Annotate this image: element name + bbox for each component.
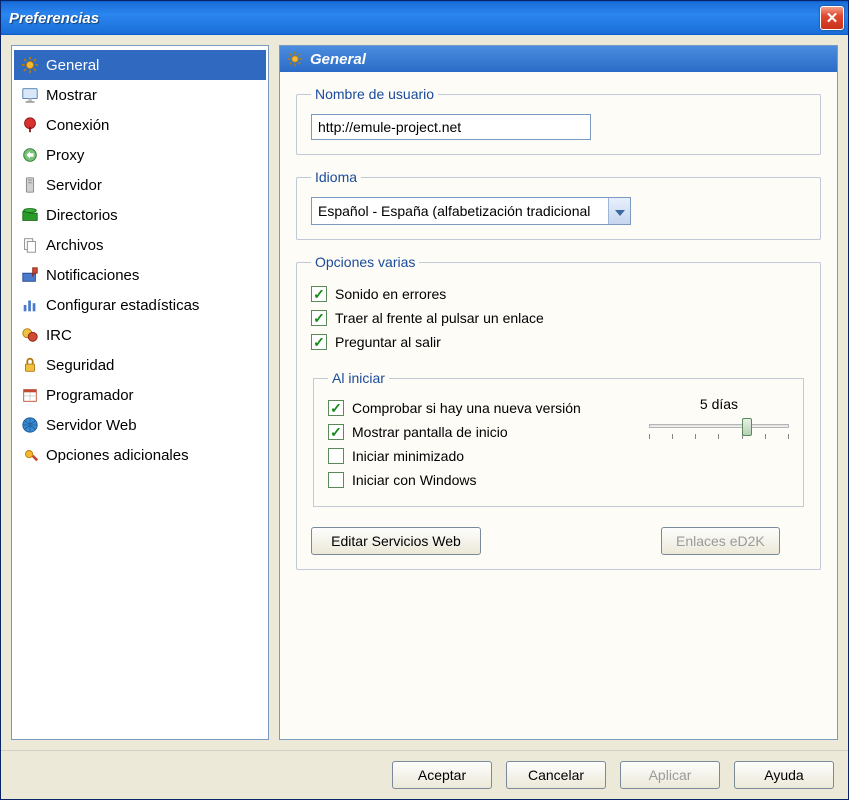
checkbox-icon[interactable] <box>328 448 344 464</box>
slider-thumb[interactable] <box>742 418 752 436</box>
sidebar: General Mostrar Conexión Proxy <box>11 45 269 740</box>
folder-icon <box>20 205 40 225</box>
main-content: Nombre de usuario Idioma Español - Españ… <box>280 72 837 739</box>
slider-label: 5 días <box>649 396 789 412</box>
dialog-buttons: Aceptar Cancelar Aplicar Ayuda <box>1 750 848 799</box>
sidebar-item-label: Archivos <box>46 237 104 254</box>
sidebar-item-display[interactable]: Mostrar <box>14 80 266 110</box>
checkbox-label: Traer al frente al pulsar un enlace <box>335 310 544 326</box>
connection-icon <box>20 115 40 135</box>
sidebar-item-label: Notificaciones <box>46 267 139 284</box>
checkbox-ask-exit[interactable]: Preguntar al salir <box>311 330 806 354</box>
checkbox-icon[interactable] <box>311 310 327 326</box>
sidebar-item-label: Opciones adicionales <box>46 447 189 464</box>
sidebar-item-proxy[interactable]: Proxy <box>14 140 266 170</box>
sidebar-item-connection[interactable]: Conexión <box>14 110 266 140</box>
checkbox-icon[interactable] <box>328 400 344 416</box>
checkbox-label: Iniciar con Windows <box>352 472 477 488</box>
cancel-button[interactable]: Cancelar <box>506 761 606 789</box>
titlebar: Preferencias ✕ <box>1 1 848 35</box>
gear-icon <box>286 50 304 68</box>
close-icon: ✕ <box>826 9 839 27</box>
sidebar-item-security[interactable]: Seguridad <box>14 350 266 380</box>
sidebar-item-webserver[interactable]: Servidor Web <box>14 410 266 440</box>
language-group: Idioma Español - España (alfabetización … <box>296 169 821 240</box>
checkbox-start-windows[interactable]: Iniciar con Windows <box>328 468 631 492</box>
close-button[interactable]: ✕ <box>820 6 844 30</box>
checkbox-check-update[interactable]: Comprobar si hay una nueva versión <box>328 396 631 420</box>
sidebar-item-files[interactable]: Archivos <box>14 230 266 260</box>
files-icon <box>20 235 40 255</box>
main-title: General <box>310 51 366 68</box>
sidebar-item-stats[interactable]: Configurar estadísticas <box>14 290 266 320</box>
checkbox-icon[interactable] <box>311 286 327 302</box>
checkbox-label: Comprobar si hay una nueva versión <box>352 400 581 416</box>
startup-group: Al iniciar Comprobar si hay una nueva ve… <box>313 370 804 507</box>
sidebar-item-irc[interactable]: IRC <box>14 320 266 350</box>
sidebar-item-general[interactable]: General <box>14 50 266 80</box>
username-legend: Nombre de usuario <box>311 86 438 102</box>
irc-icon <box>20 325 40 345</box>
sidebar-item-label: Servidor Web <box>46 417 137 434</box>
ok-button[interactable]: Aceptar <box>392 761 492 789</box>
checkbox-icon[interactable] <box>328 424 344 440</box>
main-panel: General Nombre de usuario Idioma Español… <box>279 45 838 740</box>
misc-options-group: Opciones varias Sonido en errores Traer … <box>296 254 821 570</box>
sidebar-item-notifications[interactable]: Notificaciones <box>14 260 266 290</box>
server-icon <box>20 175 40 195</box>
language-value: Español - España (alfabetización tradici… <box>312 203 608 219</box>
edit-webservices-button[interactable]: Editar Servicios Web <box>311 527 481 555</box>
checkbox-splash[interactable]: Mostrar pantalla de inicio <box>328 420 631 444</box>
checkbox-label: Iniciar minimizado <box>352 448 464 464</box>
sidebar-item-extra[interactable]: Opciones adicionales <box>14 440 266 470</box>
checkbox-label: Sonido en errores <box>335 286 446 302</box>
sidebar-item-label: Configurar estadísticas <box>46 297 199 314</box>
username-input[interactable] <box>311 114 591 140</box>
sidebar-item-label: Directorios <box>46 207 118 224</box>
language-legend: Idioma <box>311 169 361 185</box>
checkbox-icon[interactable] <box>328 472 344 488</box>
ed2k-links-button: Enlaces eD2K <box>661 527 780 555</box>
sidebar-item-label: Programador <box>46 387 134 404</box>
sidebar-item-server[interactable]: Servidor <box>14 170 266 200</box>
notification-icon <box>20 265 40 285</box>
startup-legend: Al iniciar <box>328 370 389 386</box>
globe-icon <box>20 415 40 435</box>
sidebar-item-label: Seguridad <box>46 357 114 374</box>
checkbox-icon[interactable] <box>311 334 327 350</box>
update-interval-slider-area: 5 días <box>649 396 789 438</box>
checkbox-bring-front[interactable]: Traer al frente al pulsar un enlace <box>311 306 806 330</box>
checkbox-label: Preguntar al salir <box>335 334 441 350</box>
update-interval-slider[interactable] <box>649 416 789 438</box>
checkbox-start-min[interactable]: Iniciar minimizado <box>328 444 631 468</box>
window-title: Preferencias <box>9 10 99 27</box>
sidebar-item-scheduler[interactable]: Programador <box>14 380 266 410</box>
language-select[interactable]: Español - España (alfabetización tradici… <box>311 197 631 225</box>
lock-icon <box>20 355 40 375</box>
stats-icon <box>20 295 40 315</box>
apply-button: Aplicar <box>620 761 720 789</box>
sidebar-item-label: General <box>46 57 99 74</box>
username-group: Nombre de usuario <box>296 86 821 155</box>
checkbox-sound-errors[interactable]: Sonido en errores <box>311 282 806 306</box>
sidebar-item-label: Proxy <box>46 147 84 164</box>
sidebar-item-label: Servidor <box>46 177 102 194</box>
tools-icon <box>20 445 40 465</box>
sidebar-item-directories[interactable]: Directorios <box>14 200 266 230</box>
calendar-icon <box>20 385 40 405</box>
dropdown-button[interactable] <box>608 198 630 224</box>
sidebar-item-label: IRC <box>46 327 72 344</box>
display-icon <box>20 85 40 105</box>
preferences-window: Preferencias ✕ General Mostrar <box>0 0 849 800</box>
chevron-down-icon <box>615 204 625 219</box>
misc-legend: Opciones varias <box>311 254 419 270</box>
sidebar-item-label: Mostrar <box>46 87 97 104</box>
main-header: General <box>280 46 837 72</box>
sidebar-item-label: Conexión <box>46 117 109 134</box>
gear-icon <box>20 55 40 75</box>
proxy-icon <box>20 145 40 165</box>
help-button[interactable]: Ayuda <box>734 761 834 789</box>
body-area: General Mostrar Conexión Proxy <box>1 35 848 750</box>
checkbox-label: Mostrar pantalla de inicio <box>352 424 508 440</box>
